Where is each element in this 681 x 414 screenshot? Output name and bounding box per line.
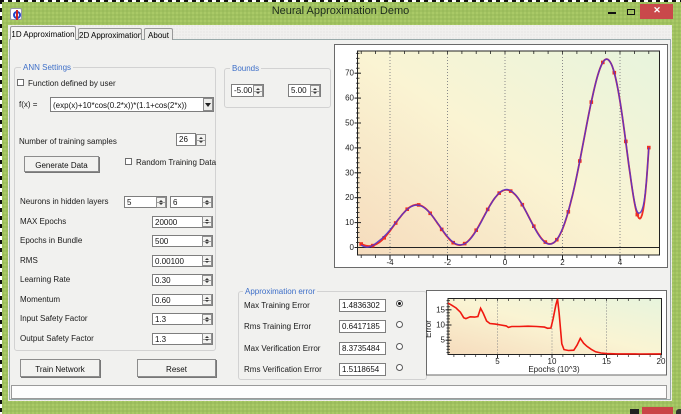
svg-text:10: 10 <box>436 321 445 330</box>
svg-text:20: 20 <box>657 357 666 366</box>
svg-text:5: 5 <box>441 336 446 345</box>
svg-text:60: 60 <box>345 94 354 103</box>
svg-text:Epochs (10^3): Epochs (10^3) <box>528 365 580 374</box>
svg-text:0: 0 <box>350 243 355 252</box>
svg-text:70: 70 <box>345 69 354 78</box>
svg-text:20: 20 <box>345 193 354 202</box>
svg-text:15: 15 <box>602 357 611 366</box>
svg-text:30: 30 <box>345 168 354 177</box>
svg-text:50: 50 <box>345 119 354 128</box>
svg-text:40: 40 <box>345 143 354 152</box>
svg-text:15: 15 <box>436 305 445 314</box>
svg-text:5: 5 <box>495 357 500 366</box>
svg-text:10: 10 <box>345 218 354 227</box>
svg-text:Error: Error <box>426 320 433 338</box>
